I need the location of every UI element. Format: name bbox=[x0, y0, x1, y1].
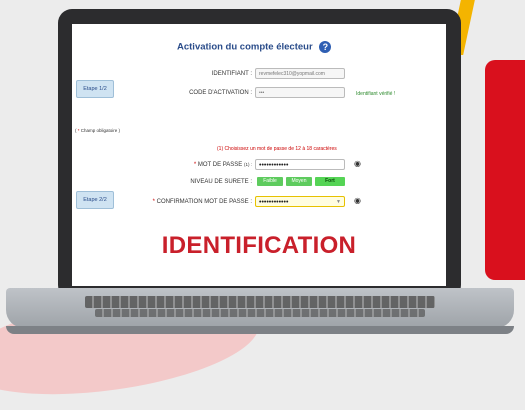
question-circle-icon[interactable]: ? bbox=[319, 41, 332, 53]
laptop-base bbox=[6, 288, 514, 328]
decorative-red-card bbox=[485, 60, 525, 280]
confirm-password-label: * CONFIRMATION MOT DE PASSE : bbox=[112, 199, 252, 205]
strength-label: NIVEAU DE SURETE : bbox=[190, 179, 252, 185]
password-label-text: MOT DE PASSE bbox=[197, 162, 243, 168]
laptop-keyboard-row bbox=[95, 309, 425, 317]
confirm-label-text: CONFIRMATION MOT DE PASSE : bbox=[156, 199, 252, 205]
eye-icon[interactable]: ◉ bbox=[354, 196, 361, 205]
mandatory-note: ( * Champ obligatoire ) bbox=[75, 128, 120, 133]
mandatory-note-text: Champ obligatoire ) bbox=[80, 128, 121, 133]
page-title: Activation du compte électeur ? bbox=[177, 41, 332, 53]
password-label-suffix: (1) : bbox=[243, 162, 252, 167]
code-activation-field[interactable]: ••• bbox=[255, 87, 345, 98]
confirm-password-field[interactable]: •••••••••••• bbox=[255, 196, 345, 207]
laptop-keyboard bbox=[85, 296, 435, 308]
required-star: * bbox=[152, 199, 155, 205]
identification-banner: IDENTIFICATION bbox=[161, 232, 357, 259]
step-1-button[interactable]: Etape 1/2 bbox=[76, 80, 114, 98]
code-activation-label: CODE D'ACTIVATION : bbox=[189, 90, 252, 96]
strength-medium: Moyen bbox=[286, 177, 312, 186]
strength-weak: Faible bbox=[257, 177, 283, 186]
password-hint: (1) Choisissez un mot de passe de 12 à 1… bbox=[217, 146, 337, 152]
identifiant-field[interactable]: revmefelec310@yopmail.com bbox=[255, 68, 345, 79]
laptop-base-lip bbox=[6, 326, 514, 334]
strength-strong: Fort bbox=[315, 177, 345, 186]
required-star: * bbox=[193, 162, 197, 168]
required-star: * bbox=[77, 128, 80, 133]
page-title-text: Activation du compte électeur bbox=[177, 41, 313, 53]
password-field[interactable]: •••••••••••• bbox=[255, 159, 345, 170]
verified-message: Identifiant vérifié ! bbox=[356, 91, 396, 97]
laptop-screen: Activation du compte électeur ? Etape 1/… bbox=[72, 24, 446, 286]
step-2-button[interactable]: Etape 2/2 bbox=[76, 191, 114, 209]
password-label: * MOT DE PASSE (1) : bbox=[132, 162, 252, 168]
chevron-down-icon[interactable]: ▼ bbox=[336, 199, 341, 205]
identifiant-label: IDENTIFIANT : bbox=[211, 71, 252, 77]
eye-icon[interactable]: ◉ bbox=[354, 159, 361, 168]
